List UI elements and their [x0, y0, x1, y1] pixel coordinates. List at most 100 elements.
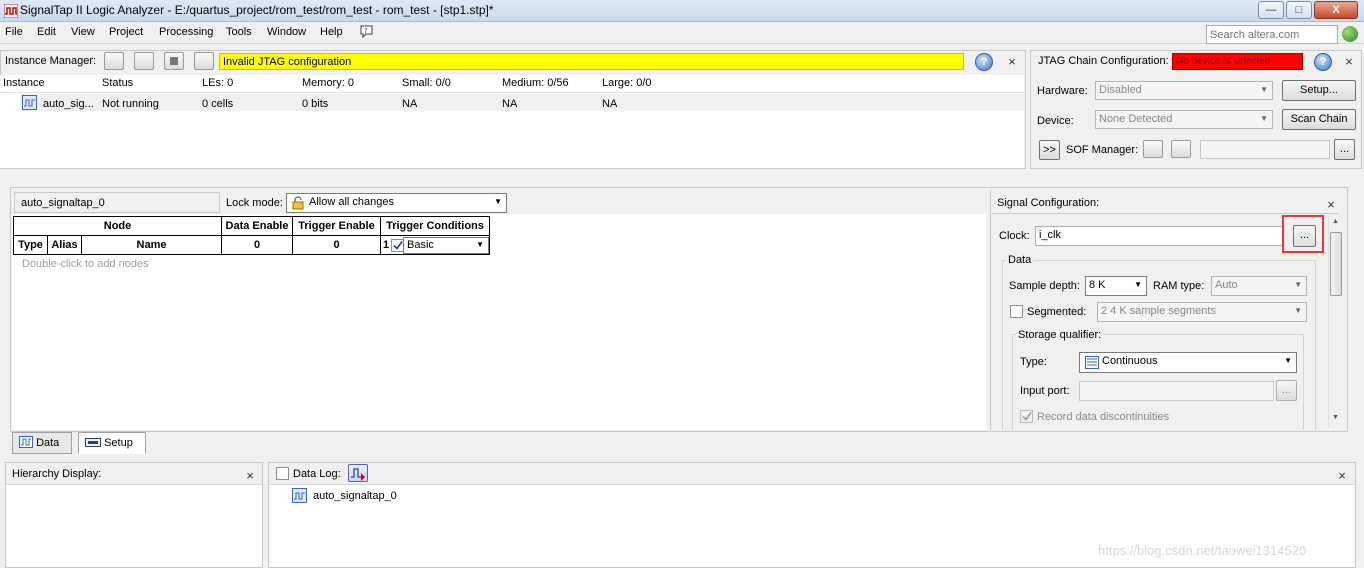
hierarchy-close-icon[interactable]: × [244, 468, 256, 483]
trigger-condition-cell: 1 Basic ▼ [380, 235, 490, 255]
menu-help[interactable]: Help [320, 26, 343, 38]
segmented-label: Segmented: [1027, 306, 1087, 318]
row-large: NA [602, 98, 618, 110]
run-analysis-button[interactable] [134, 52, 154, 70]
data-log-item[interactable]: auto_signaltap_0 [313, 490, 397, 502]
menu-file[interactable]: File [5, 26, 23, 38]
globe-icon[interactable] [1342, 26, 1358, 42]
col-instance: Instance [3, 77, 45, 89]
hardware-select[interactable]: Disabled ▼ [1095, 81, 1273, 100]
clock-browse-button[interactable]: ... [1293, 225, 1316, 247]
menu-tools[interactable]: Tools [226, 26, 252, 38]
sample-depth-select[interactable]: 8 K ▼ [1085, 276, 1147, 296]
lock-mode-select[interactable]: Allow all changes ▼ [286, 193, 507, 213]
scroll-down-icon[interactable]: ▼ [1332, 414, 1339, 421]
signal-config-close-icon[interactable]: × [1325, 197, 1337, 212]
jtag-close-icon[interactable]: × [1343, 54, 1355, 69]
input-port-browse-button[interactable]: ... [1276, 380, 1297, 401]
device-select[interactable]: None Detected ▼ [1095, 110, 1273, 129]
name-header: Name [81, 235, 222, 255]
signal-config-label: Signal Configuration: [997, 197, 1100, 209]
menu-processing[interactable]: Processing [159, 26, 213, 38]
menu-window[interactable]: Window [267, 26, 306, 38]
close-button[interactable]: X [1314, 1, 1358, 19]
lock-icon [292, 196, 304, 210]
col-memory: Memory: 0 [302, 77, 354, 89]
attach-sof-button[interactable] [1171, 140, 1191, 158]
menu-edit[interactable]: Edit [37, 26, 56, 38]
col-large: Large: 0/0 [602, 77, 652, 89]
storage-qualifier-label: Storage qualifier: [1016, 329, 1104, 341]
data-log-close-icon[interactable]: × [1336, 468, 1348, 483]
tab-setup[interactable]: Setup [78, 432, 146, 454]
hardware-value: Disabled [1099, 84, 1142, 96]
trigger-type-select[interactable]: Basic ▼ [403, 237, 489, 254]
ram-type-label: RAM type: [1153, 280, 1205, 292]
storage-type-value: Continuous [1102, 355, 1158, 367]
header-divider [0, 92, 1024, 93]
data-log-toggle-button[interactable] [348, 464, 368, 482]
col-status: Status [102, 77, 134, 89]
data-enable-count: 0 [221, 235, 293, 255]
chevron-down-icon: ▼ [1294, 280, 1302, 289]
maximize-button[interactable]: □ [1286, 1, 1312, 19]
setup-button[interactable]: Setup... [1282, 80, 1356, 101]
data-tab-icon [19, 436, 33, 448]
scroll-up-icon[interactable]: ▲ [1332, 218, 1339, 225]
segmented-select[interactable]: 2 4 K sample segments ▼ [1097, 302, 1307, 322]
checkmark-icon [393, 241, 403, 250]
ram-type-value: Auto [1215, 279, 1238, 291]
chevron-down-icon: ▼ [494, 197, 502, 206]
instance-name-field: auto_signaltap_0 [14, 192, 220, 213]
scan-chain-button[interactable]: Scan Chain [1282, 109, 1356, 130]
record-discontinuities-checkbox[interactable] [1020, 410, 1033, 423]
storage-type-select[interactable]: Continuous ▼ [1079, 352, 1297, 373]
ram-type-select[interactable]: Auto ▼ [1211, 276, 1307, 296]
menu-bar: File Edit View Project Processing Tools … [0, 22, 1364, 44]
checkmark-icon [1022, 412, 1032, 421]
window-title: SignalTap II Logic Analyzer - E:/quartus… [20, 3, 494, 17]
chevron-down-icon: ▼ [1260, 114, 1268, 123]
table-row[interactable] [20, 94, 1024, 111]
trigger-index: 1 [383, 239, 390, 251]
instance-manager-close-icon[interactable]: × [1006, 54, 1018, 69]
sof-file-field[interactable] [1200, 140, 1330, 159]
search-input[interactable] [1206, 25, 1338, 44]
signal-config-scrollbar[interactable]: ▲ ▼ [1328, 216, 1343, 428]
node-header: Node [13, 216, 222, 236]
type-label: Type: [1020, 356, 1047, 368]
signaltap-instance-icon [292, 488, 307, 503]
data-log-checkbox[interactable] [276, 467, 289, 480]
input-port-field[interactable] [1079, 381, 1274, 401]
hierarchy-label: Hierarchy Display: [12, 468, 102, 480]
chevron-down-icon: ▼ [1284, 356, 1292, 365]
jtag-help-icon[interactable]: ? [1314, 53, 1332, 71]
menu-view[interactable]: View [71, 26, 95, 38]
scrollbar-thumb[interactable] [1330, 232, 1342, 296]
read-data-button[interactable] [194, 52, 214, 70]
expand-sof-button[interactable]: >> [1039, 140, 1060, 160]
clock-field[interactable]: i_clk [1035, 226, 1283, 246]
sample-depth-value: 8 K [1089, 279, 1106, 291]
device-value: None Detected [1099, 113, 1173, 125]
segmented-checkbox[interactable] [1010, 305, 1023, 318]
trigger-conditions-header: Trigger Conditions [380, 216, 490, 236]
instance-help-icon[interactable]: ? [975, 53, 993, 71]
autorun-button[interactable] [104, 52, 124, 70]
tab-data[interactable]: Data [12, 432, 72, 454]
program-device-button[interactable] [1143, 140, 1163, 158]
lock-mode-label: Lock mode: [226, 197, 283, 209]
sof-browse-button[interactable]: ... [1334, 139, 1355, 160]
tab-data-label: Data [36, 437, 60, 449]
stop-icon [170, 57, 178, 65]
whats-this-icon[interactable]: ? [360, 25, 376, 40]
col-les: LEs: 0 [202, 77, 234, 89]
menu-project[interactable]: Project [109, 26, 143, 38]
trigger-enable-header: Trigger Enable [292, 216, 381, 236]
stop-analysis-button[interactable] [164, 52, 184, 70]
setup-tab-icon [85, 438, 101, 447]
data-log-label: Data Log: [293, 468, 341, 480]
title-bar: SignalTap II Logic Analyzer - E:/quartus… [0, 0, 1364, 22]
minimize-button[interactable]: — [1258, 1, 1284, 19]
device-label: Device: [1037, 115, 1074, 127]
